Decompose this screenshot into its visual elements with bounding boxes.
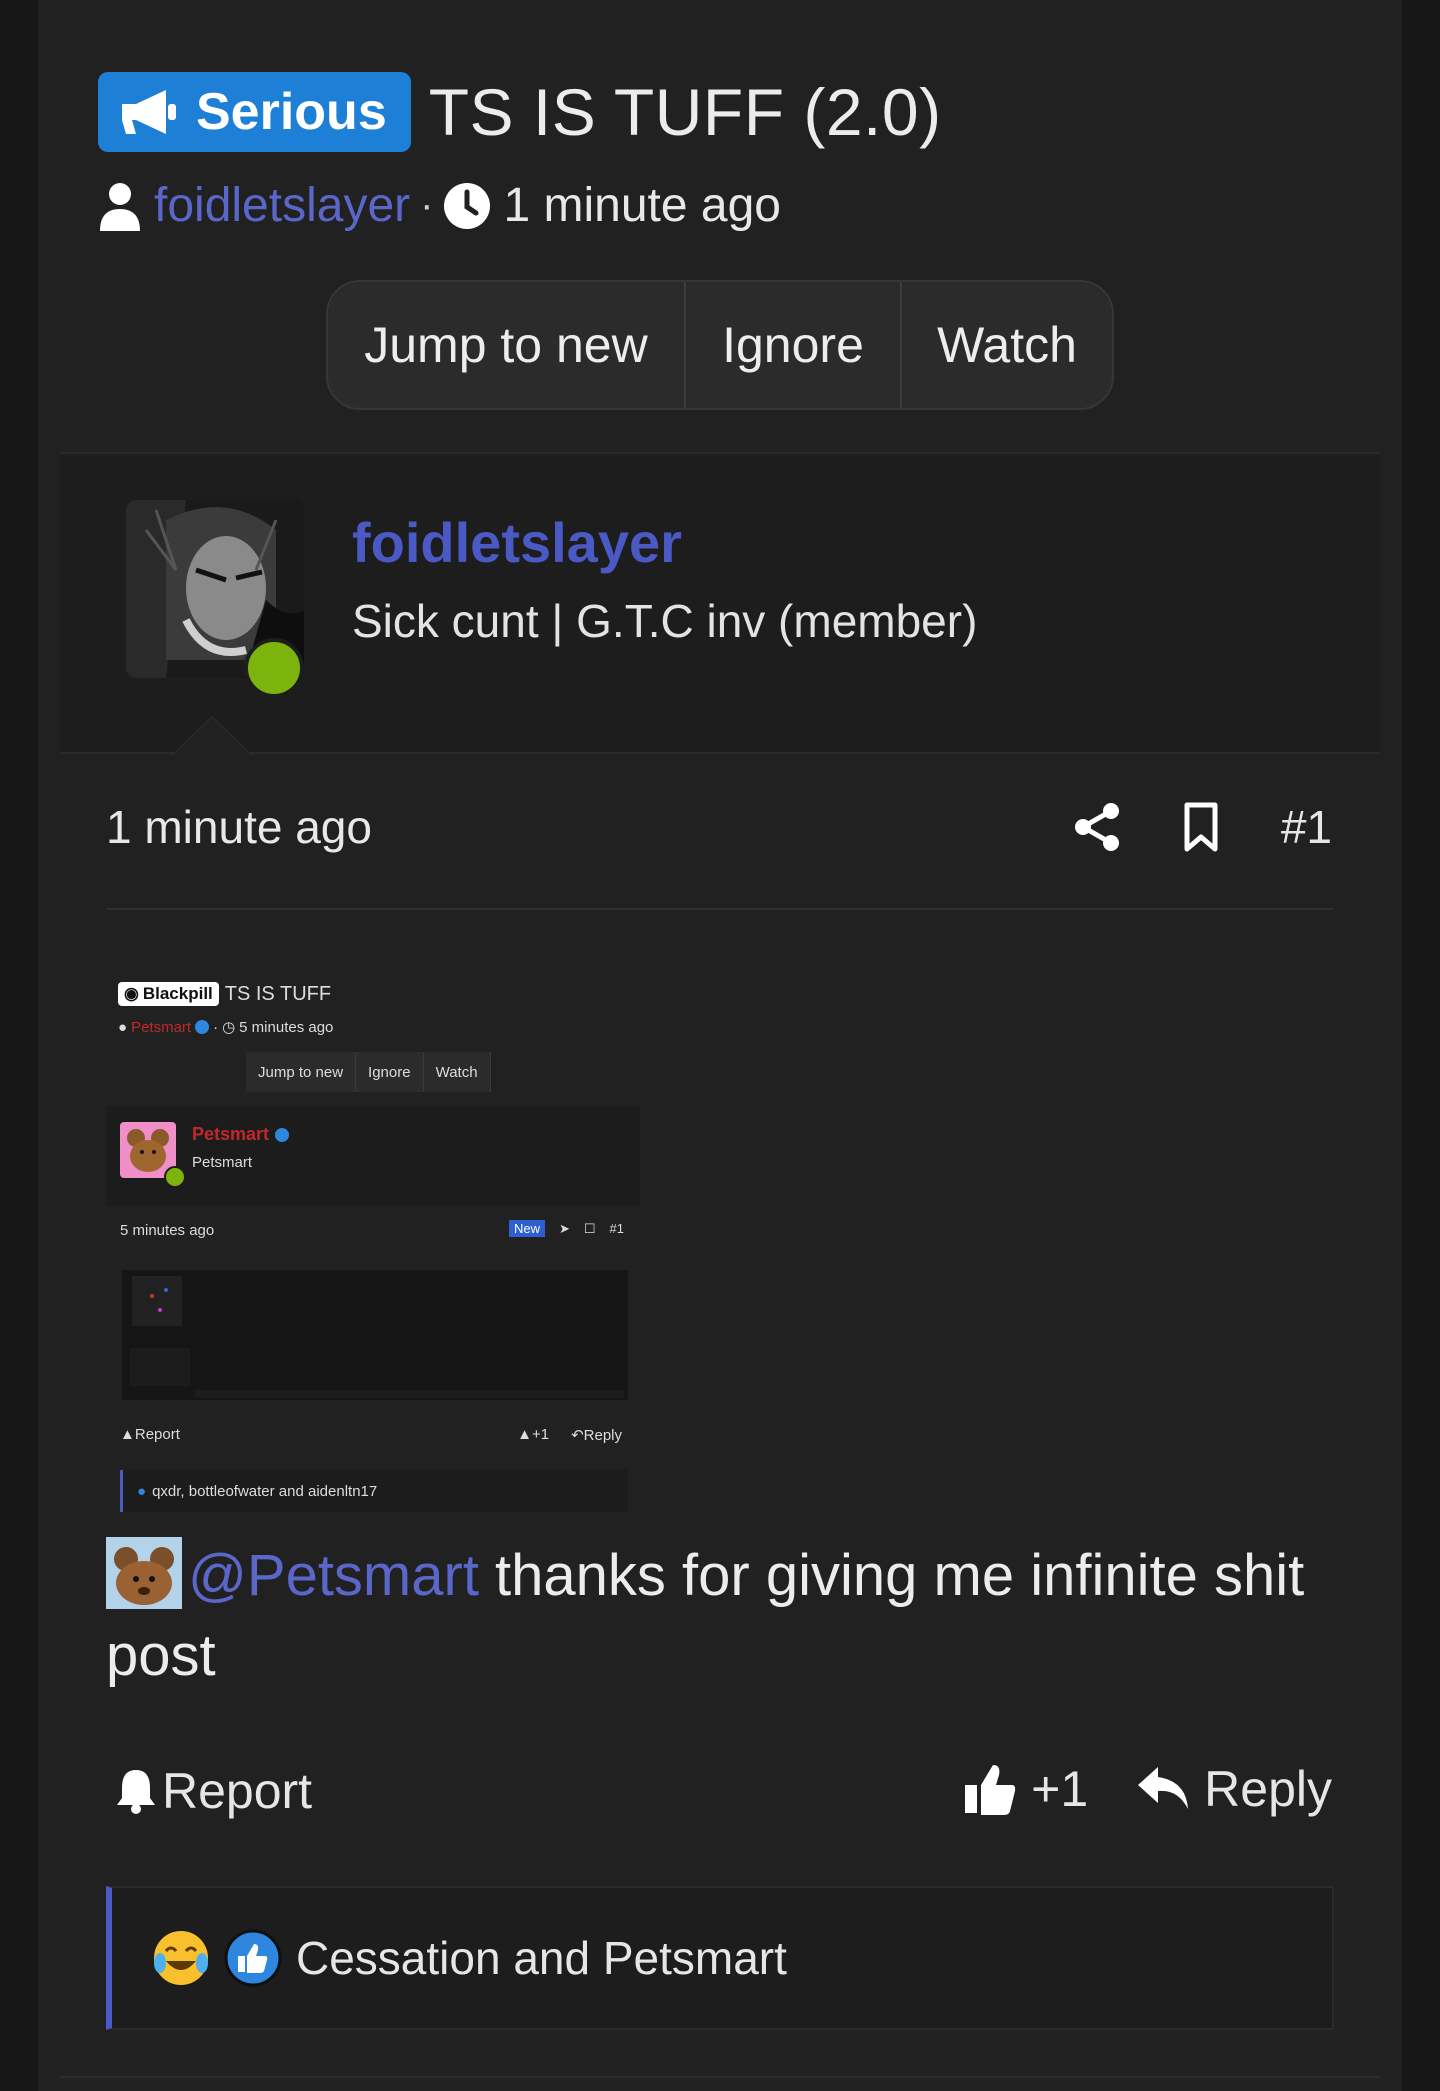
- post-username-link[interactable]: foidletslayer: [352, 510, 682, 575]
- embed-time: 5 minutes ago: [239, 1018, 334, 1036]
- embed-user-icon: ●: [118, 1018, 128, 1036]
- embed-verified-icon: [275, 1127, 290, 1142]
- embed-clock-icon: ◷: [222, 1019, 236, 1036]
- embed-badge: ◉ Blackpill: [118, 982, 219, 1006]
- embed-thread-title: TS IS TUFF: [224, 982, 332, 1005]
- gamepad-icon: ◉: [124, 984, 139, 1003]
- embed-watch-button: Watch: [424, 1052, 491, 1092]
- thread-author-link[interactable]: foidletslayer: [154, 178, 410, 233]
- embed-thumbs-up-icon: ▲: [517, 1426, 532, 1443]
- post-actions: #1: [1073, 800, 1332, 854]
- reply-button[interactable]: Reply: [1136, 1760, 1332, 1818]
- embed-badge-label: Blackpill: [142, 984, 213, 1003]
- crying-laugh-emoji-icon: [154, 1931, 208, 1985]
- post-time[interactable]: 1 minute ago: [106, 800, 372, 854]
- embed-button-group: Jump to new Ignore Watch: [246, 1052, 491, 1092]
- online-status-indicator: [244, 638, 304, 698]
- user-icon: [100, 182, 140, 231]
- mention-avatar[interactable]: [106, 1537, 182, 1609]
- thread-button-group: Jump to new Ignore Watch: [326, 280, 1114, 410]
- embed-username: Petsmart: [192, 1124, 290, 1145]
- embed-user-block: Petsmart Petsmart: [106, 1106, 640, 1206]
- post-message: @Petsmart thanks for giving me infinite …: [106, 1536, 1346, 1696]
- embed-like: ▲+1: [517, 1426, 549, 1444]
- thread-page: Serious TS IS TUFF (2.0) foidletslayer ·…: [38, 0, 1402, 2091]
- share-icon[interactable]: [1073, 802, 1121, 852]
- post-number-link[interactable]: #1: [1281, 800, 1332, 854]
- thread-meta: foidletslayer · 1 minute ago: [98, 178, 781, 233]
- embed-reactions: ● qxdr, bottleofwater and aidenltn17: [120, 1470, 628, 1512]
- embed-reactions-text: qxdr, bottleofwater and aidenltn17: [152, 1482, 378, 1500]
- user-block-pointer: [170, 716, 254, 756]
- thread-header: Serious TS IS TUFF (2.0): [98, 72, 942, 152]
- report-label: Report: [162, 1763, 313, 1819]
- user-mention-link[interactable]: @Petsmart: [188, 1543, 479, 1608]
- embed-post-footer: ▲+1 ↶Reply: [517, 1426, 622, 1444]
- report-button[interactable]: Report: [116, 1762, 312, 1820]
- prefix-label: Serious: [196, 83, 387, 141]
- thumbs-up-icon: [965, 1765, 1016, 1815]
- embed-reaction-like-icon: ●: [137, 1482, 147, 1500]
- verified-icon: [195, 1020, 210, 1034]
- prefix-badge[interactable]: Serious: [98, 72, 411, 152]
- bell-icon: [117, 1770, 155, 1814]
- embed-ignore-button: Ignore: [356, 1052, 424, 1092]
- embed-share-icon: ➤: [558, 1220, 570, 1236]
- post-user-title: Sick cunt | G.T.C inv (member): [352, 595, 978, 647]
- like-reaction-icon: [224, 1929, 282, 1987]
- embed-bell-icon: ▲: [120, 1426, 135, 1443]
- embed-author: Petsmart: [131, 1018, 192, 1036]
- embed-post-time: 5 minutes ago: [120, 1222, 215, 1239]
- embed-meta-separator: ·: [213, 1018, 219, 1036]
- ignore-button[interactable]: Ignore: [686, 282, 902, 408]
- like-count: +1: [1031, 1761, 1089, 1817]
- reply-icon: [1138, 1767, 1189, 1809]
- thread-title: TS IS TUFF (2.0): [428, 75, 942, 149]
- embed-username-label: Petsmart: [192, 1124, 270, 1144]
- meta-separator: ·: [420, 183, 434, 227]
- embed-post-number: #1: [609, 1221, 624, 1236]
- megaphone-icon: [122, 90, 176, 134]
- post-divider: [106, 908, 1334, 910]
- post-user-block: foidletslayer Sick cunt | G.T.C inv (mem…: [60, 452, 1380, 756]
- embed-like-count: +1: [531, 1426, 550, 1443]
- embed-nested-image: [122, 1270, 628, 1400]
- clock-icon: [444, 182, 491, 229]
- embed-meta: ● Petsmart · ◷ 5 minutes ago: [118, 1018, 334, 1037]
- embed-post-actions: New ➤ ☐ #1: [508, 1220, 624, 1237]
- embed-jump-button: Jump to new: [246, 1052, 357, 1092]
- post-bottom-divider: [60, 2076, 1380, 2078]
- embed-reply: ↶Reply: [571, 1426, 622, 1444]
- watch-button[interactable]: Watch: [902, 282, 1112, 408]
- thread-time[interactable]: 1 minute ago: [503, 178, 781, 233]
- embed-online-indicator: [164, 1166, 186, 1188]
- embedded-screenshot[interactable]: ◉ Blackpill TS IS TUFF ● Petsmart · ◷ 5 m…: [106, 970, 640, 1518]
- embed-title-row: ◉ Blackpill TS IS TUFF: [118, 982, 331, 1006]
- bookmark-icon[interactable]: [1177, 802, 1225, 852]
- post-footer-actions: +1 Reply: [963, 1760, 1332, 1818]
- reactions-text[interactable]: Cessation and Petsmart: [296, 1931, 787, 1985]
- embed-new-badge: New: [508, 1220, 545, 1237]
- reply-label: Reply: [1204, 1761, 1332, 1817]
- embed-report: ▲Report: [120, 1426, 180, 1443]
- like-button[interactable]: +1: [963, 1760, 1088, 1818]
- embed-bookmark-icon: ☐: [583, 1220, 596, 1236]
- jump-to-new-button[interactable]: Jump to new: [328, 282, 686, 408]
- embed-report-label: Report: [134, 1426, 180, 1443]
- embed-reply-label: Reply: [583, 1427, 622, 1444]
- embed-user-title: Petsmart: [192, 1154, 253, 1171]
- reactions-bar[interactable]: Cessation and Petsmart: [106, 1886, 1334, 2030]
- embed-reply-icon: ↶: [571, 1427, 584, 1444]
